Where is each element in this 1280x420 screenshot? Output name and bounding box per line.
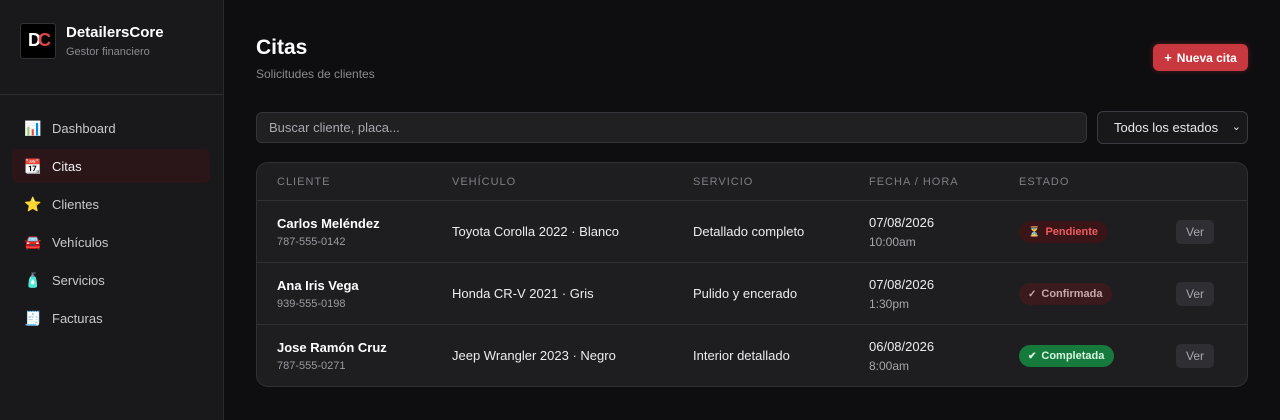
logo-letter-d: D [28, 30, 41, 50]
new-appointment-label: Nueva cita [1176, 50, 1237, 65]
client-name: Ana Iris Vega [277, 278, 359, 293]
appointment-time: 10:00am [869, 235, 916, 249]
column-header-servicio: SERVICIO [693, 176, 754, 188]
status-filter-select[interactable]: Todos los estados ⌄ [1097, 111, 1248, 144]
calendar-icon: 📆 [24, 157, 42, 174]
table-row: Ana Iris Vega 939-555-0198 Honda CR-V 20… [257, 263, 1247, 325]
new-appointment-button[interactable]: + Nueva cita [1153, 44, 1248, 71]
sidebar-item-dashboard[interactable]: 📊 Dashboard [12, 111, 210, 145]
lotion-bottle-icon: 🧴 [24, 271, 42, 288]
column-header-vehiculo: VEHÍCULO [452, 176, 517, 188]
view-button[interactable]: Ver [1176, 282, 1214, 306]
sidebar-item-citas[interactable]: 📆 Citas [12, 149, 210, 183]
star-icon: ⭐ [24, 195, 42, 212]
brand-subtitle: Gestor financiero [66, 45, 150, 58]
logo-letter-c: C [38, 30, 51, 50]
appointment-time: 8:00am [869, 359, 910, 373]
table-row: Jose Ramón Cruz 787-555-0271 Jeep Wrangl… [257, 325, 1247, 386]
brand: DC DetailersCore Gestor financiero [0, 0, 223, 95]
sidebar-item-label: Citas [52, 158, 82, 174]
client-name: Jose Ramón Cruz [277, 340, 387, 355]
vehicle: Honda CR-V 2021 · Gris [452, 286, 594, 301]
sidebar-item-clientes[interactable]: ⭐ Clientes [12, 187, 210, 221]
sidebar-nav: 📊 Dashboard 📆 Citas ⭐ Clientes 🚘 Vehícul… [0, 95, 223, 335]
table-row: Carlos Meléndez 787-555-0142 Toyota Coro… [257, 201, 1247, 263]
appointment-date: 07/08/2026 [869, 277, 935, 292]
status-badge: ⏳ Pendiente [1019, 221, 1108, 243]
status-label: Confirmada [1041, 288, 1103, 300]
status-label: Completada [1041, 350, 1105, 362]
service: Interior detallado [693, 348, 790, 363]
sidebar-item-label: Vehículos [52, 234, 109, 250]
check-icon: ✓ [1028, 288, 1037, 300]
column-header-cliente: CLIENTE [277, 176, 331, 188]
appointment-time: 1:30pm [869, 297, 910, 311]
sidebar-item-facturas[interactable]: 🧾 Facturas [12, 301, 210, 335]
status-badge: ✓ Confirmada [1019, 283, 1112, 305]
hourglass-icon: ⏳ [1028, 226, 1041, 238]
page-subtitle: Solicitudes de clientes [256, 67, 375, 81]
status-label: Pendiente [1045, 226, 1099, 238]
sidebar-item-label: Servicios [52, 272, 105, 288]
check-icon: ✔ [1028, 350, 1037, 362]
sidebar-item-label: Clientes [52, 196, 99, 212]
sidebar-item-label: Facturas [52, 310, 103, 326]
status-badge: ✔ Completada [1019, 345, 1114, 367]
car-icon: 🚘 [24, 233, 42, 250]
column-header-estado: ESTADO [1019, 176, 1070, 188]
sidebar-item-servicios[interactable]: 🧴 Servicios [12, 263, 210, 297]
sidebar: DC DetailersCore Gestor financiero 📊 Das… [0, 0, 224, 420]
service: Pulido y encerado [693, 286, 798, 301]
view-button[interactable]: Ver [1176, 220, 1214, 244]
status-filter-value: Todos los estados [1114, 120, 1219, 135]
chevron-down-icon: ⌄ [1231, 121, 1241, 133]
brand-name: DetailersCore [66, 23, 164, 41]
page-title: Citas [256, 36, 308, 59]
view-button[interactable]: Ver [1176, 344, 1214, 368]
chart-icon: 📊 [24, 119, 42, 136]
appointment-date: 07/08/2026 [869, 215, 935, 230]
appointments-table: CLIENTE VEHÍCULO SERVICIO FECHA / HORA E… [256, 162, 1248, 387]
client-phone: 787-555-0142 [277, 236, 346, 248]
sidebar-item-label: Dashboard [52, 120, 116, 136]
client-name: Carlos Meléndez [277, 216, 380, 231]
plus-icon: + [1164, 50, 1172, 65]
client-phone: 787-555-0271 [277, 360, 346, 372]
search-input[interactable] [256, 112, 1087, 143]
column-header-fecha-hora: FECHA / HORA [869, 176, 959, 188]
brand-logo: DC [20, 22, 56, 59]
vehicle: Toyota Corolla 2022 · Blanco [452, 224, 619, 239]
vehicle: Jeep Wrangler 2023 · Negro [452, 348, 616, 363]
receipt-icon: 🧾 [24, 309, 42, 326]
service: Detallado completo [693, 224, 805, 239]
table-header: CLIENTE VEHÍCULO SERVICIO FECHA / HORA E… [257, 163, 1247, 201]
sidebar-item-vehiculos[interactable]: 🚘 Vehículos [12, 225, 210, 259]
appointment-date: 06/08/2026 [869, 339, 935, 354]
client-phone: 939-555-0198 [277, 298, 346, 310]
